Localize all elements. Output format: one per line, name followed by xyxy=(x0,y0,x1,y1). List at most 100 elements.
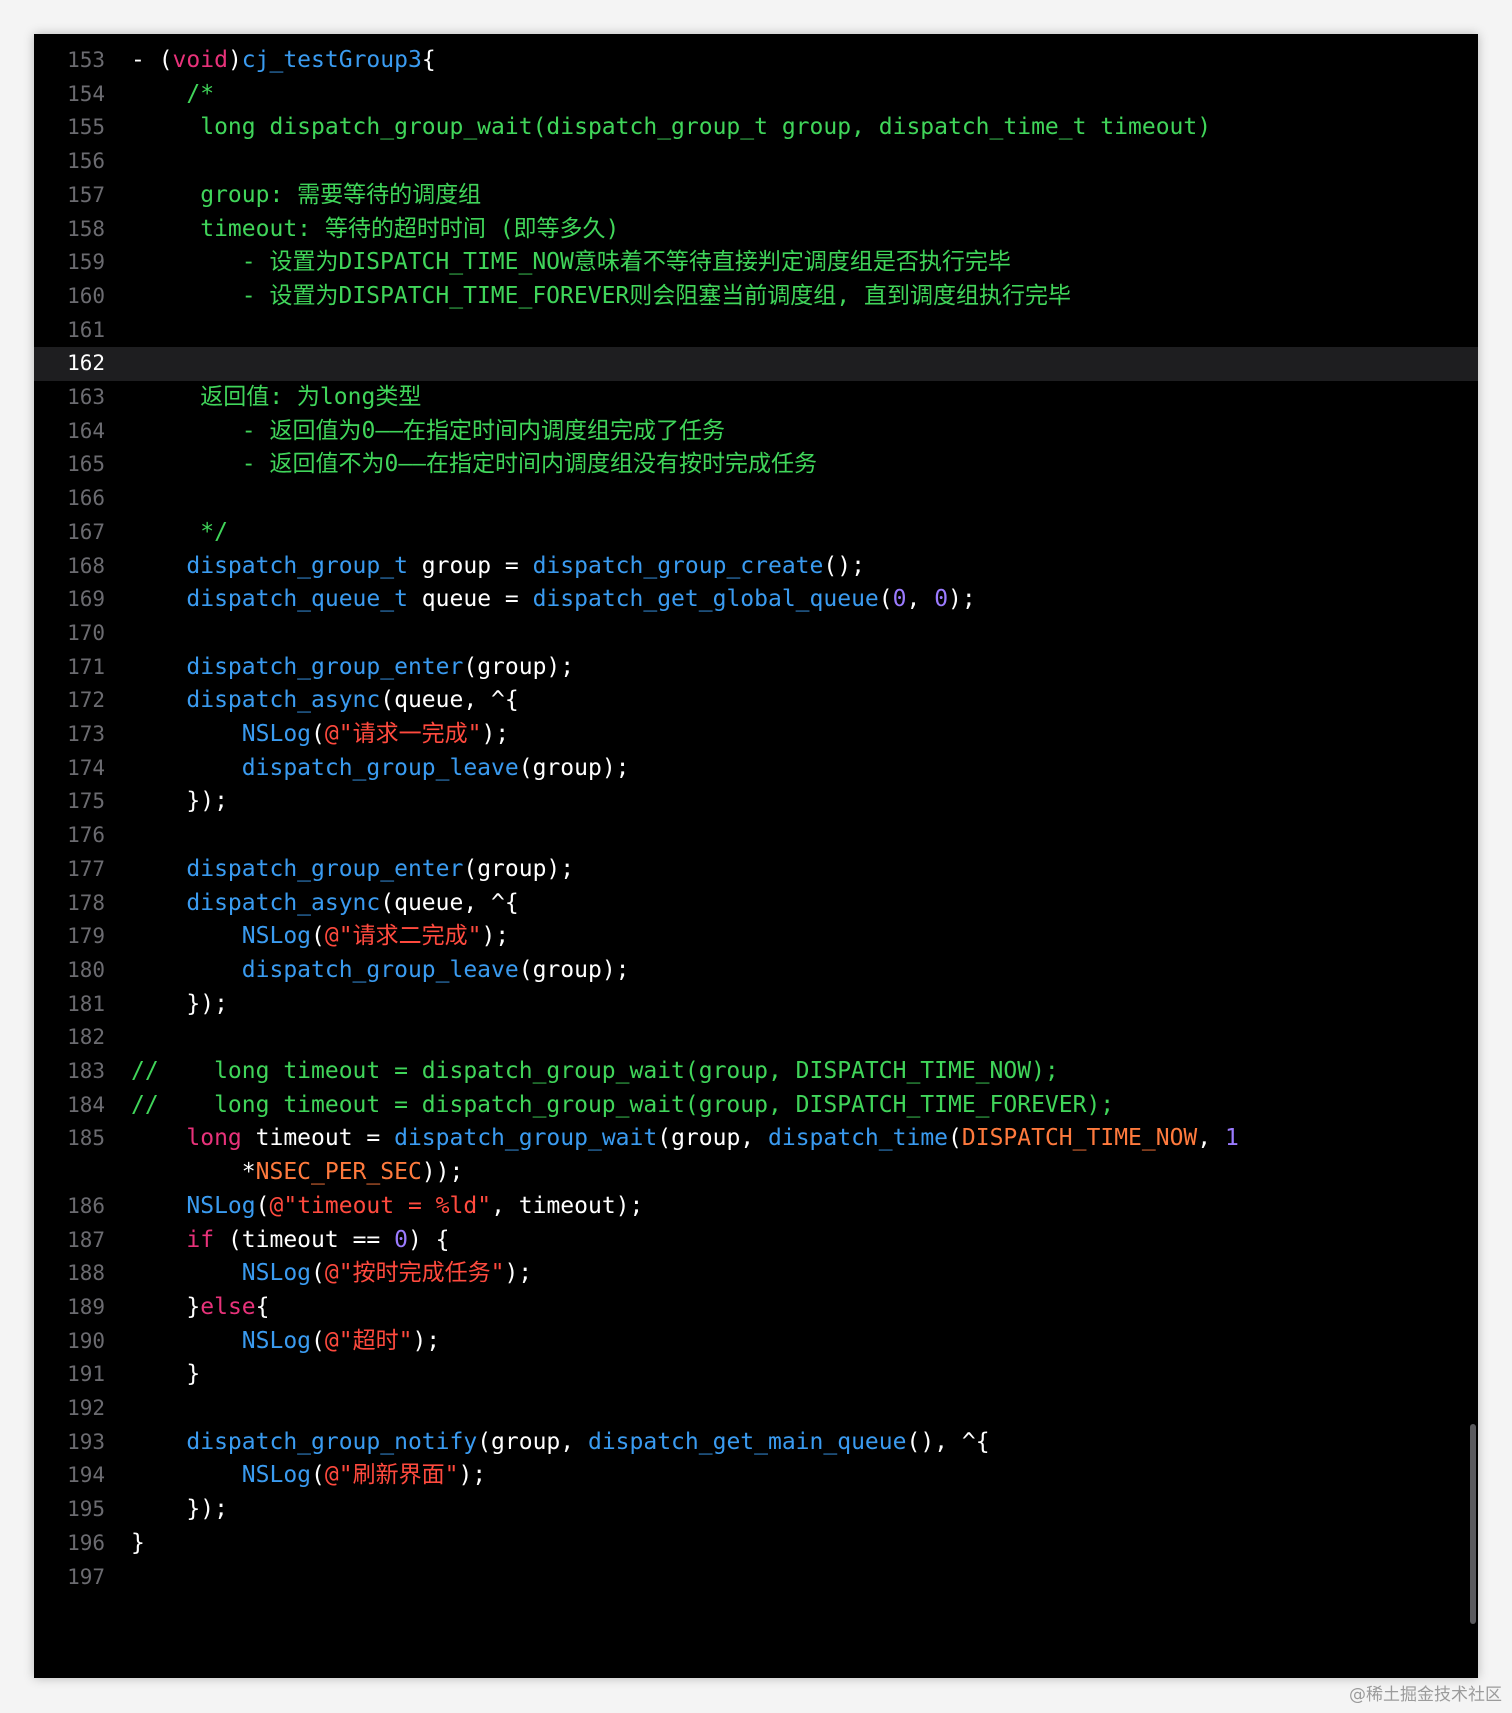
token-function: NSLog xyxy=(186,1192,256,1219)
line-number: 172 xyxy=(67,688,105,713)
line-number: 177 xyxy=(67,856,105,881)
line-number: 195 xyxy=(67,1497,105,1522)
code-line[interactable]: 196} xyxy=(34,1527,1478,1561)
token-plain: * xyxy=(131,1159,256,1186)
code-line[interactable]: 177 dispatch_group_enter(group); xyxy=(34,853,1478,887)
code-line[interactable]: 153 - (void)cj_testGroup3{ xyxy=(34,44,1478,78)
code-line[interactable]: 178 dispatch_async(queue, ^{ xyxy=(34,887,1478,921)
token-plain: (group); xyxy=(518,956,630,983)
code-line[interactable]: 158 timeout: 等待的超时时间 (即等多久) xyxy=(34,213,1478,247)
token-keyword: if xyxy=(186,1226,215,1253)
token-plain: { xyxy=(421,47,436,73)
line-number: 196 xyxy=(67,1530,105,1555)
line-number: 165 xyxy=(67,452,105,477)
code-line[interactable]: 192 xyxy=(34,1392,1478,1426)
code-line[interactable]: 155 long dispatch_group_wait(dispatch_gr… xyxy=(34,111,1478,145)
line-code: - 设置为DISPATCH_TIME_NOW意味着不等待直接判定调度组是否执行完… xyxy=(131,246,1011,280)
code-line[interactable]: 187 if (timeout == 0) { xyxy=(34,1224,1478,1258)
line-number: 166 xyxy=(67,486,105,511)
line-number: 176 xyxy=(67,823,105,848)
token-function: dispatch_time xyxy=(768,1125,949,1152)
token-number: 0 xyxy=(394,1226,408,1253)
line-number: 164 xyxy=(67,418,105,443)
code-line[interactable]: 197 xyxy=(34,1561,1478,1595)
line-code: 返回值: 为long类型 xyxy=(131,381,421,415)
token-comment: /* xyxy=(131,80,215,107)
code-line[interactable]: 179 NSLog(@"请求二完成"); xyxy=(34,920,1478,954)
token-function: dispatch_group_enter xyxy=(186,855,464,882)
code-line[interactable]: 188 NSLog(@"按时完成任务"); xyxy=(34,1257,1478,1291)
token-comment: // long timeout = dispatch_group_wait(gr… xyxy=(131,1058,1059,1084)
token-comment: 返回值: 为long类型 xyxy=(131,384,422,410)
code-line[interactable]: 157 group: 需要等待的调度组 xyxy=(34,179,1478,213)
token-function: dispatch_async xyxy=(186,889,381,916)
code-line[interactable]: 184 // long timeout = dispatch_group_wait… xyxy=(34,1089,1478,1123)
token-plain: (group); xyxy=(518,754,630,781)
token-comment: timeout: 等待的超时时间 (即等多久) xyxy=(131,215,620,242)
token-number: 0 xyxy=(934,586,949,613)
code-line[interactable]: 182 xyxy=(34,1021,1478,1055)
code-line[interactable]: 180 dispatch_group_leave(group); xyxy=(34,954,1478,988)
line-code: NSLog(@"超时"); xyxy=(131,1325,440,1359)
code-line[interactable]: 160 - 设置为DISPATCH_TIME_FOREVER则会阻塞当前调度组,… xyxy=(34,280,1478,314)
code-line[interactable]: 190 NSLog(@"超时"); xyxy=(34,1325,1478,1359)
token-macro: NSEC_PER_SEC xyxy=(255,1159,422,1186)
code-line[interactable]: 159 - 设置为DISPATCH_TIME_NOW意味着不等待直接判定调度组是… xyxy=(34,246,1478,280)
code-line[interactable]: 175 }); xyxy=(34,785,1478,819)
line-code: long timeout = dispatch_group_wait(group… xyxy=(131,1122,1238,1156)
token-plain: ); xyxy=(458,1462,487,1489)
code-line[interactable]: 176 xyxy=(34,819,1478,853)
vertical-scrollbar[interactable] xyxy=(1470,1424,1476,1624)
code-line[interactable]: 154 /* xyxy=(34,78,1478,112)
token-string: @"超时" xyxy=(324,1327,413,1354)
token-plain: }); xyxy=(131,990,228,1017)
code-line[interactable]: 189 }else{ xyxy=(34,1291,1478,1325)
code-editor[interactable]: 153- (void)cj_testGroup3{154 /* 155 long … xyxy=(34,34,1478,1678)
line-code: // long timeout = dispatch_group_wait(gr… xyxy=(131,1055,1059,1089)
code-line[interactable]: 172 dispatch_async(queue, ^{ xyxy=(34,684,1478,718)
code-line[interactable]: 173 NSLog(@"请求一完成"); xyxy=(34,718,1478,752)
token-plain: (), ^{ xyxy=(906,1428,990,1455)
line-number: 153 xyxy=(67,48,105,72)
code-line[interactable]: 161 xyxy=(34,314,1478,348)
code-line[interactable]: 186 NSLog(@"timeout = %ld", timeout); xyxy=(34,1190,1478,1224)
code-line[interactable]: 195 }); xyxy=(34,1493,1478,1527)
line-code: NSLog(@"timeout = %ld", timeout); xyxy=(131,1190,643,1224)
code-line[interactable]: 194 NSLog(@"刷新界面"); xyxy=(34,1459,1478,1493)
code-line[interactable]: 165 - 返回值不为0——在指定时间内调度组没有按时完成任务 xyxy=(34,448,1478,482)
code-line[interactable]: 164 - 返回值为0——在指定时间内调度组完成了任务 xyxy=(34,415,1478,449)
line-number: 175 xyxy=(67,789,105,814)
token-plain: { xyxy=(255,1293,270,1320)
code-line[interactable]: 170 xyxy=(34,617,1478,651)
code-line[interactable]: 174 dispatch_group_leave(group); xyxy=(34,752,1478,786)
code-line[interactable]: 193 dispatch_group_notify(group, dispatc… xyxy=(34,1426,1478,1460)
code-line[interactable]: 181 }); xyxy=(34,988,1478,1022)
token-plain: ( xyxy=(311,923,325,950)
line-code: */ xyxy=(131,516,228,550)
token-plain: , timeout); xyxy=(491,1192,644,1219)
token-plain: ( xyxy=(948,1125,962,1152)
token-comment: // long timeout = dispatch_group_wait(gr… xyxy=(131,1091,1115,1118)
line-number: 170 xyxy=(67,620,105,645)
code-line[interactable]: 162 xyxy=(34,347,1478,381)
code-line[interactable]: 171 dispatch_group_enter(group); xyxy=(34,651,1478,685)
code-line[interactable]: 168 dispatch_group_t group = dispatch_gr… xyxy=(34,550,1478,584)
code-line[interactable]: 167 */ xyxy=(34,516,1478,550)
code-line[interactable]: 169 dispatch_queue_t queue = dispatch_ge… xyxy=(34,583,1478,617)
code-line[interactable]: 156 xyxy=(34,145,1478,179)
code-line[interactable]: 163 返回值: 为long类型 xyxy=(34,381,1478,415)
token-comment: group: 需要等待的调度组 xyxy=(131,181,482,208)
line-code: } xyxy=(131,1358,200,1392)
code-line[interactable]: 166 xyxy=(34,482,1478,516)
line-code: NSLog(@"按时完成任务"); xyxy=(131,1257,532,1291)
code-line[interactable]: 191 } xyxy=(34,1358,1478,1392)
token-plain: ); xyxy=(412,1327,441,1354)
line-code: dispatch_async(queue, ^{ xyxy=(131,887,518,921)
token-function: NSLog xyxy=(241,721,312,747)
token-plain: ( xyxy=(255,1192,270,1219)
code-line[interactable]: 185 long timeout = dispatch_group_wait(g… xyxy=(34,1122,1478,1156)
code-line[interactable]: 183 // long timeout = dispatch_group_wait… xyxy=(34,1055,1478,1089)
code-line[interactable]: *NSEC_PER_SEC)); xyxy=(34,1156,1478,1190)
